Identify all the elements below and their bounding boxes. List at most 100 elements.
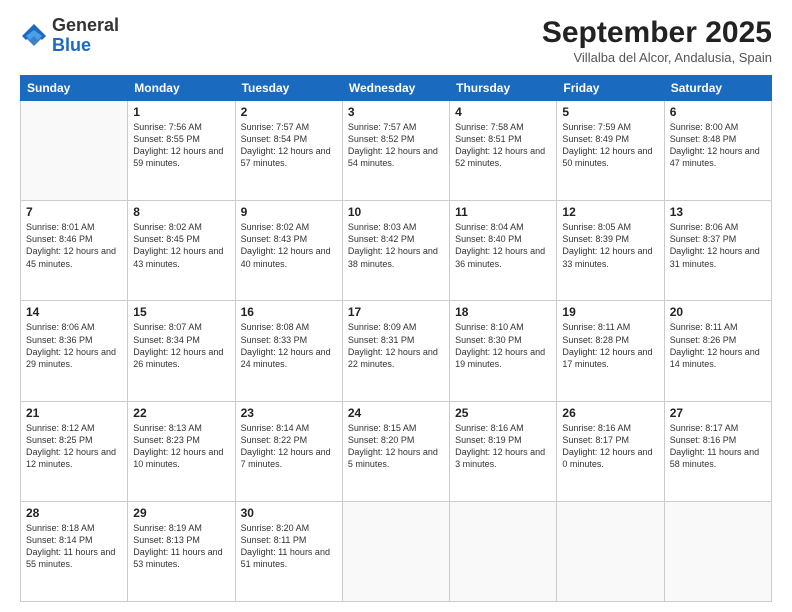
table-row: 22 Sunrise: 8:13 AM Sunset: 8:23 PM Dayli… <box>128 401 235 501</box>
table-row: 2 Sunrise: 7:57 AM Sunset: 8:54 PM Daylig… <box>235 101 342 201</box>
day-number: 30 <box>241 506 337 520</box>
table-row: 12Sunrise: 8:05 AM Sunset: 8:39 PM Dayli… <box>557 201 664 301</box>
cell-info: Sunrise: 8:03 AM Sunset: 8:42 PM Dayligh… <box>348 221 444 270</box>
cell-info: Sunrise: 8:04 AM Sunset: 8:40 PM Dayligh… <box>455 221 551 270</box>
cell-info: Sunrise: 8:14 AM Sunset: 8:22 PM Dayligh… <box>241 422 337 471</box>
month-title: September 2025 <box>542 16 772 50</box>
calendar-table: Sunday Monday Tuesday Wednesday Thursday… <box>20 75 772 602</box>
col-tuesday: Tuesday <box>235 76 342 101</box>
table-row: 23Sunrise: 8:14 AM Sunset: 8:22 PM Dayli… <box>235 401 342 501</box>
cell-info: Sunrise: 8:02 AM Sunset: 8:43 PM Dayligh… <box>241 221 337 270</box>
calendar-week-row: 28 Sunrise: 8:18 AM Sunset: 8:14 PM Dayli… <box>21 501 772 601</box>
cell-info: Sunrise: 8:02 AM Sunset: 8:45 PM Dayligh… <box>133 221 229 270</box>
cell-info: Sunrise: 8:11 AM Sunset: 8:26 PM Dayligh… <box>670 321 766 370</box>
cell-info: Sunrise: 8:19 AM Sunset: 8:13 PM Dayligh… <box>133 522 229 571</box>
day-number: 19 <box>562 305 658 319</box>
cell-info: Sunrise: 8:11 AM Sunset: 8:28 PM Dayligh… <box>562 321 658 370</box>
cell-info: Sunrise: 7:56 AM Sunset: 8:55 PM Dayligh… <box>133 121 229 170</box>
day-number: 24 <box>348 406 444 420</box>
table-row: 1 Sunrise: 7:56 AM Sunset: 8:55 PM Daylig… <box>128 101 235 201</box>
cell-info: Sunrise: 8:16 AM Sunset: 8:19 PM Dayligh… <box>455 422 551 471</box>
table-row: 26Sunrise: 8:16 AM Sunset: 8:17 PM Dayli… <box>557 401 664 501</box>
table-row: 30 Sunrise: 8:20 AM Sunset: 8:11 PM Dayli… <box>235 501 342 601</box>
cell-info: Sunrise: 7:57 AM Sunset: 8:54 PM Dayligh… <box>241 121 337 170</box>
table-row: 24 Sunrise: 8:15 AM Sunset: 8:20 PM Dayli… <box>342 401 449 501</box>
day-number: 28 <box>26 506 122 520</box>
day-number: 17 <box>348 305 444 319</box>
table-row: 10Sunrise: 8:03 AM Sunset: 8:42 PM Dayli… <box>342 201 449 301</box>
cell-info: Sunrise: 8:20 AM Sunset: 8:11 PM Dayligh… <box>241 522 337 571</box>
col-friday: Friday <box>557 76 664 101</box>
calendar-header-row: Sunday Monday Tuesday Wednesday Thursday… <box>21 76 772 101</box>
cell-info: Sunrise: 8:06 AM Sunset: 8:36 PM Dayligh… <box>26 321 122 370</box>
header: General Blue September 2025 Villalba del… <box>20 16 772 65</box>
day-number: 27 <box>670 406 766 420</box>
day-number: 6 <box>670 105 766 119</box>
table-row: 3Sunrise: 7:57 AM Sunset: 8:52 PM Daylig… <box>342 101 449 201</box>
table-row: 27 Sunrise: 8:17 AM Sunset: 8:16 PM Dayli… <box>664 401 771 501</box>
calendar-week-row: 21 Sunrise: 8:12 AM Sunset: 8:25 PM Dayli… <box>21 401 772 501</box>
table-row: 4 Sunrise: 7:58 AM Sunset: 8:51 PM Daylig… <box>450 101 557 201</box>
cell-info: Sunrise: 8:05 AM Sunset: 8:39 PM Dayligh… <box>562 221 658 270</box>
cell-info: Sunrise: 8:17 AM Sunset: 8:16 PM Dayligh… <box>670 422 766 471</box>
table-row <box>557 501 664 601</box>
day-number: 14 <box>26 305 122 319</box>
cell-info: Sunrise: 8:08 AM Sunset: 8:33 PM Dayligh… <box>241 321 337 370</box>
cell-info: Sunrise: 8:01 AM Sunset: 8:46 PM Dayligh… <box>26 221 122 270</box>
day-number: 15 <box>133 305 229 319</box>
col-monday: Monday <box>128 76 235 101</box>
day-number: 18 <box>455 305 551 319</box>
cell-info: Sunrise: 8:10 AM Sunset: 8:30 PM Dayligh… <box>455 321 551 370</box>
col-thursday: Thursday <box>450 76 557 101</box>
table-row: 8 Sunrise: 8:02 AM Sunset: 8:45 PM Daylig… <box>128 201 235 301</box>
table-row <box>342 501 449 601</box>
day-number: 13 <box>670 205 766 219</box>
table-row: 14 Sunrise: 8:06 AM Sunset: 8:36 PM Dayli… <box>21 301 128 401</box>
day-number: 11 <box>455 205 551 219</box>
cell-info: Sunrise: 8:15 AM Sunset: 8:20 PM Dayligh… <box>348 422 444 471</box>
table-row: 16 Sunrise: 8:08 AM Sunset: 8:33 PM Dayli… <box>235 301 342 401</box>
col-saturday: Saturday <box>664 76 771 101</box>
day-number: 2 <box>241 105 337 119</box>
calendar-week-row: 14 Sunrise: 8:06 AM Sunset: 8:36 PM Dayli… <box>21 301 772 401</box>
day-number: 22 <box>133 406 229 420</box>
logo-text: General Blue <box>52 16 119 56</box>
table-row <box>664 501 771 601</box>
title-block: September 2025 Villalba del Alcor, Andal… <box>542 16 772 65</box>
cell-info: Sunrise: 7:58 AM Sunset: 8:51 PM Dayligh… <box>455 121 551 170</box>
logo: General Blue <box>20 16 119 56</box>
table-row: 9 Sunrise: 8:02 AM Sunset: 8:43 PM Daylig… <box>235 201 342 301</box>
calendar-week-row: 7Sunrise: 8:01 AM Sunset: 8:46 PM Daylig… <box>21 201 772 301</box>
day-number: 20 <box>670 305 766 319</box>
table-row: 13 Sunrise: 8:06 AM Sunset: 8:37 PM Dayli… <box>664 201 771 301</box>
table-row <box>450 501 557 601</box>
logo-blue: Blue <box>52 35 91 55</box>
cell-info: Sunrise: 8:13 AM Sunset: 8:23 PM Dayligh… <box>133 422 229 471</box>
col-sunday: Sunday <box>21 76 128 101</box>
day-number: 8 <box>133 205 229 219</box>
cell-info: Sunrise: 8:09 AM Sunset: 8:31 PM Dayligh… <box>348 321 444 370</box>
logo-icon <box>20 22 48 50</box>
day-number: 25 <box>455 406 551 420</box>
table-row: 17 Sunrise: 8:09 AM Sunset: 8:31 PM Dayli… <box>342 301 449 401</box>
table-row: 21 Sunrise: 8:12 AM Sunset: 8:25 PM Dayli… <box>21 401 128 501</box>
table-row: 25 Sunrise: 8:16 AM Sunset: 8:19 PM Dayli… <box>450 401 557 501</box>
logo-general: General <box>52 15 119 35</box>
day-number: 4 <box>455 105 551 119</box>
day-number: 9 <box>241 205 337 219</box>
calendar-week-row: 1 Sunrise: 7:56 AM Sunset: 8:55 PM Daylig… <box>21 101 772 201</box>
cell-info: Sunrise: 8:18 AM Sunset: 8:14 PM Dayligh… <box>26 522 122 571</box>
day-number: 16 <box>241 305 337 319</box>
table-row: 7Sunrise: 8:01 AM Sunset: 8:46 PM Daylig… <box>21 201 128 301</box>
table-row: 15 Sunrise: 8:07 AM Sunset: 8:34 PM Dayli… <box>128 301 235 401</box>
table-row: 20 Sunrise: 8:11 AM Sunset: 8:26 PM Dayli… <box>664 301 771 401</box>
table-row: 11 Sunrise: 8:04 AM Sunset: 8:40 PM Dayli… <box>450 201 557 301</box>
table-row: 18 Sunrise: 8:10 AM Sunset: 8:30 PM Dayli… <box>450 301 557 401</box>
day-number: 21 <box>26 406 122 420</box>
cell-info: Sunrise: 8:07 AM Sunset: 8:34 PM Dayligh… <box>133 321 229 370</box>
day-number: 3 <box>348 105 444 119</box>
cell-info: Sunrise: 8:06 AM Sunset: 8:37 PM Dayligh… <box>670 221 766 270</box>
table-row: 6Sunrise: 8:00 AM Sunset: 8:48 PM Daylig… <box>664 101 771 201</box>
cell-info: Sunrise: 8:12 AM Sunset: 8:25 PM Dayligh… <box>26 422 122 471</box>
day-number: 1 <box>133 105 229 119</box>
